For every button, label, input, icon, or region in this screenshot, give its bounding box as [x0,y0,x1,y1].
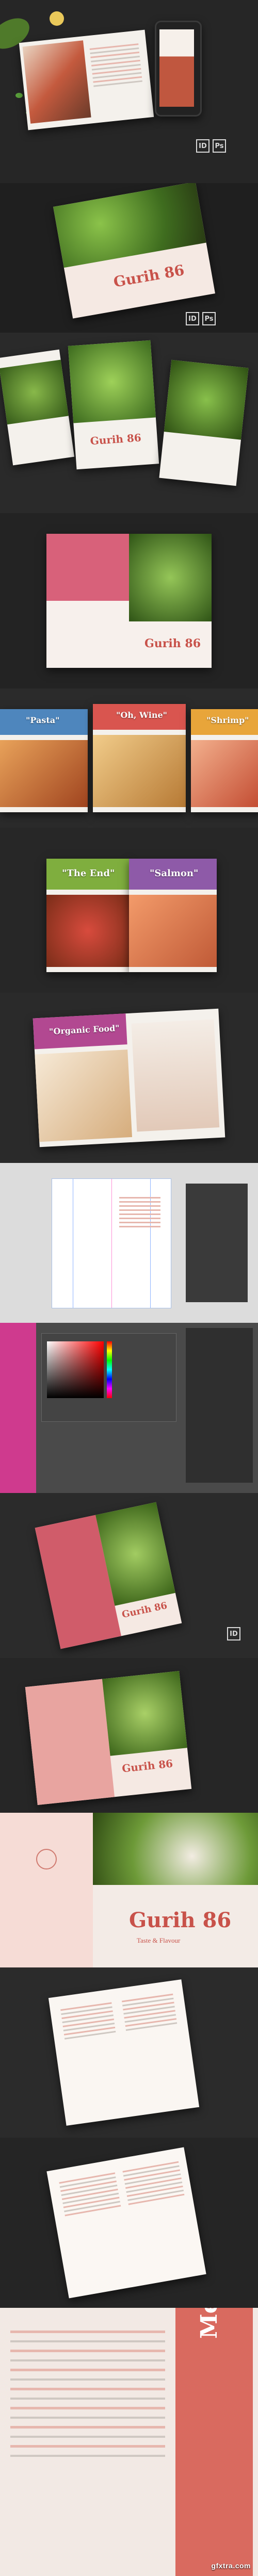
page-guides [52,1178,171,1308]
phone-mockup [155,21,202,117]
brochure-grid-section: Gurih 86 [0,333,258,513]
spread-title: "Salmon" [150,868,199,879]
cover-detail-mockup: Gurih 86 [25,1670,192,1806]
tagline: Taste & Flavour [137,1937,181,1944]
cover-detail-section: Gurih 86 [0,1658,258,1813]
food-photo [22,40,91,124]
spread-salmon: "Salmon" [129,859,217,972]
indesign-badge: ID [186,312,199,325]
spread-the-end: "The End" [46,859,129,972]
spreads-row-2: "The End" "Salmon" [0,828,258,993]
menu-lines [10,2323,165,2464]
spread-organic: "Organic Food" [33,1008,225,1147]
spread-wine: "Oh, Wine" [93,704,186,812]
color-field[interactable] [47,1341,104,1398]
menu-cover-mockup: Gurih 86 [35,1502,182,1649]
layers-panel [186,1184,248,1302]
layout-guides-section [0,1163,258,1323]
watermark: gfxtra.com [211,2562,251,2570]
spread-title: "Shrimp" [206,715,249,725]
menu-heading: Meal [196,2308,222,2339]
trifold-mockup: Gurih 86 [46,534,212,668]
decor-leaf [50,11,64,26]
spread-title: "Oh, Wine" [116,710,167,720]
cover-section: Gurih 86 ID Ps [0,183,258,333]
trifold-section: Gurih 86 [0,513,258,688]
pink-sidebar [0,1323,36,1493]
menu-lines [59,2170,122,2219]
hue-slider[interactable] [107,1341,112,1398]
indesign-badge: ID [196,139,209,153]
spreads-row-1: "Pasta" "Oh, Wine" "Shrimp" [0,688,258,828]
brand-title: Gurih 86 [129,1908,232,1932]
menu-lines [60,1999,116,2042]
color-picker-section [0,1323,258,1493]
brand-title: Gurih 86 [121,1757,174,1775]
red-band [175,2308,253,2576]
spread-title: "The End" [62,868,115,879]
salad-panel [129,534,212,621]
spread-title: "Pasta" [26,715,60,725]
spread-pasta: "Pasta" [0,709,88,812]
brochure-card: Gurih 86 [68,340,159,470]
trifold-back-section [0,2138,258,2308]
left-panel [0,1813,93,1967]
trifold-back [46,2147,206,2299]
front-cover-section: Gurih 86 Taste & Flavour [0,1813,258,1967]
layers-panel [186,1328,253,1483]
logo-icon [36,1849,57,1869]
menu-lines [121,1991,178,2033]
brochure-card [159,359,249,486]
indesign-badge: ID [227,1627,240,1640]
menu-closeup-section: Meal gfxtra.com [0,2308,258,2576]
color-picker-dialog[interactable] [41,1333,176,1422]
decor-leaf [15,93,23,98]
brochure-mockup [19,29,154,130]
menu-lines [119,1194,160,1230]
brochure-card [0,349,75,466]
hero-section: ID Ps [0,0,258,183]
spread-shrimp: "Shrimp" [191,709,258,812]
brand-title: Gurih 86 [121,1600,168,1620]
trifold-inside [48,1979,200,2126]
brand-title: Gurih 86 [89,431,142,448]
organic-section: "Organic Food" [0,993,258,1163]
brand-title: Gurih 86 [112,261,186,291]
photoshop-badge: Ps [202,312,216,325]
menu-cover-section: Gurih 86 ID [0,1493,258,1658]
brand-title: Gurih 86 [144,637,201,650]
pink-panel [46,534,129,601]
phone-screen [159,29,194,107]
salad-photo [53,183,206,268]
photoshop-badge: Ps [213,139,226,153]
trifold-inside-section [0,1967,258,2138]
cover-photo [93,1813,258,1885]
cover-mockup: Gurih 86 [53,183,215,319]
menu-lines [122,2159,185,2208]
menu-lines [89,41,142,89]
